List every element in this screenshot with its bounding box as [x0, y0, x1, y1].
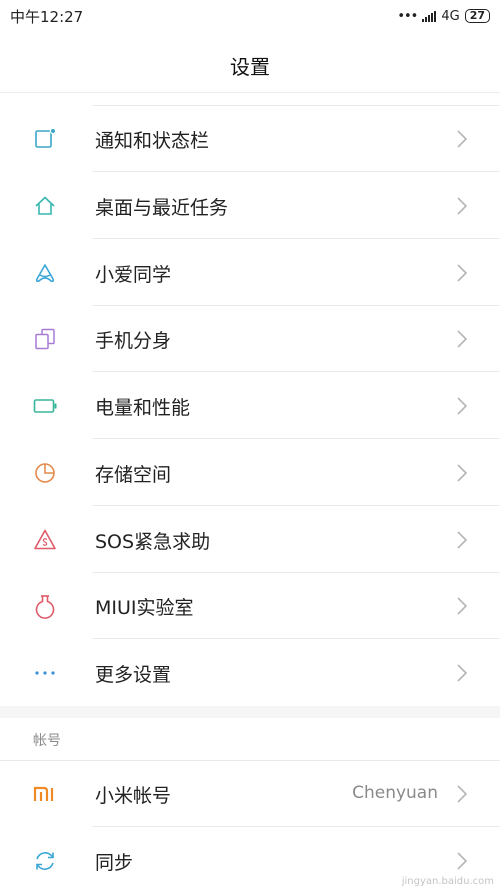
divider: [92, 638, 500, 639]
settings-item-miui-lab[interactable]: MIUI实验室: [0, 573, 500, 639]
settings-item-mi-account[interactable]: 小米帐号 Chenyuan: [0, 761, 500, 827]
settings-item-second-space[interactable]: 手机分身: [0, 306, 500, 372]
settings-item-notifications[interactable]: 通知和状态栏: [0, 106, 500, 172]
section-title: 帐号: [33, 733, 61, 749]
page-title: 设置: [230, 55, 270, 79]
chevron-right-icon: [457, 464, 468, 482]
settings-item-label: 电量和性能: [95, 397, 191, 419]
settings-item-label: 更多设置: [95, 664, 172, 686]
chevron-right-icon: [457, 597, 468, 615]
section-spacer: [0, 706, 500, 718]
settings-item-sos[interactable]: SOS紧急求助: [0, 507, 500, 573]
status-indicators: ••• 4G 27: [397, 7, 490, 25]
status-bar: 中午12:27 ••• 4G 27: [0, 0, 500, 34]
storage-icon: [35, 463, 55, 483]
sync-icon: [36, 852, 54, 870]
chevron-right-icon: [457, 531, 468, 549]
more-dots-icon: [35, 671, 55, 675]
divider: [92, 826, 500, 827]
second-space-icon: [35, 328, 55, 350]
settings-item-more-settings[interactable]: 更多设置: [0, 640, 500, 706]
status-time: 中午12:27: [10, 8, 84, 26]
network-type: 4G: [441, 8, 460, 24]
settings-item-label: 存储空间: [95, 464, 172, 486]
signal-strength-icon: [422, 10, 437, 22]
settings-item-label: 手机分身: [95, 330, 172, 352]
mi-logo-icon: [33, 786, 54, 801]
chevron-right-icon: [457, 397, 468, 415]
settings-item-label: 桌面与最近任务: [95, 197, 229, 219]
settings-item-label: 同步: [95, 852, 134, 874]
chevron-right-icon: [457, 785, 468, 803]
settings-item-label: MIUI实验室: [95, 597, 194, 619]
divider: [92, 438, 500, 439]
chevron-right-icon: [457, 264, 468, 282]
settings-item-home-screen[interactable]: 桌面与最近任务: [0, 173, 500, 239]
xiaoai-icon: [35, 264, 55, 283]
lab-flask-icon: [35, 595, 55, 619]
settings-item-battery-performance[interactable]: 电量和性能: [0, 373, 500, 439]
divider: [92, 171, 500, 172]
section-header-account: 帐号: [0, 718, 500, 761]
battery-icon: [33, 399, 57, 413]
notification-icon: [35, 127, 57, 148]
watermark: jingyan.baidu.com: [401, 876, 494, 887]
header: 设置: [0, 34, 500, 93]
chevron-right-icon: [457, 664, 468, 682]
divider: [92, 371, 500, 372]
chevron-right-icon: [457, 330, 468, 348]
settings-item-label: 小爱同学: [95, 264, 172, 286]
home-icon: [35, 196, 55, 215]
notification-dots-icon: •••: [397, 8, 418, 24]
sos-icon: [34, 529, 56, 550]
settings-item-label: 通知和状态栏: [95, 130, 210, 152]
chevron-right-icon: [457, 130, 468, 148]
divider: [92, 238, 500, 239]
account-name-value: Chenyuan: [352, 783, 438, 803]
chevron-right-icon: [457, 197, 468, 215]
battery-level: 27: [464, 9, 490, 23]
settings-item-storage[interactable]: 存储空间: [0, 440, 500, 506]
settings-item-label: SOS紧急求助: [95, 531, 211, 553]
settings-item-xiaoai[interactable]: 小爱同学: [0, 240, 500, 306]
settings-item-label: 小米帐号: [95, 785, 172, 807]
chevron-right-icon: [457, 852, 468, 870]
divider: [92, 505, 500, 506]
